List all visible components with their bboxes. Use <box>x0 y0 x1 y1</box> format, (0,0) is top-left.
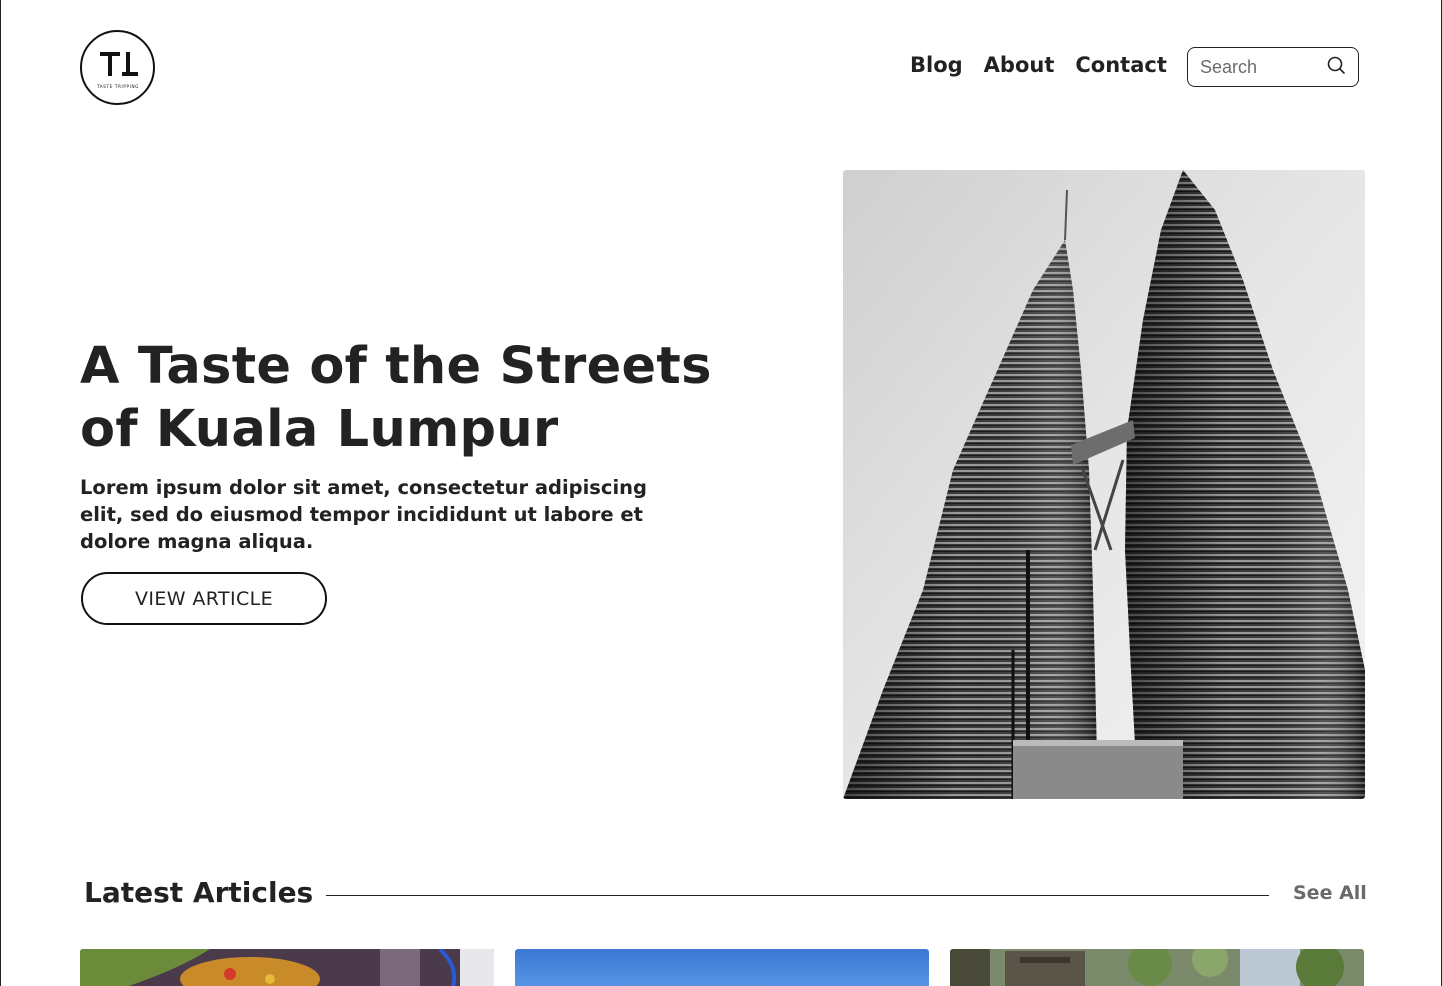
search-box[interactable] <box>1187 47 1359 87</box>
hero-image[interactable] <box>843 170 1365 799</box>
food-photo <box>80 949 494 986</box>
section-divider <box>326 895 1269 896</box>
search-input[interactable] <box>1200 56 1315 78</box>
article-card-thumbnail[interactable] <box>515 949 929 986</box>
site-logo[interactable]: TASTE TRIPPING <box>80 30 155 105</box>
nav-contact[interactable]: Contact <box>1075 53 1167 77</box>
main-nav: Blog About Contact <box>910 53 1167 77</box>
logo-mark-icon: TASTE TRIPPING <box>95 51 138 89</box>
view-article-button[interactable]: VIEW ARTICLE <box>81 572 327 625</box>
nav-blog[interactable]: Blog <box>910 53 963 77</box>
article-card-thumbnail[interactable] <box>80 949 494 986</box>
latest-articles-heading: Latest Articles <box>84 876 314 909</box>
sky-photo <box>515 949 929 986</box>
see-all-link[interactable]: See All <box>1293 882 1367 904</box>
hero-title: A Taste of the Streets of Kuala Lumpur <box>80 337 712 459</box>
logo-tagline: TASTE TRIPPING <box>95 84 138 89</box>
towers-photo <box>843 170 1365 799</box>
temple-photo <box>950 949 1364 986</box>
article-card-thumbnail[interactable] <box>950 949 1364 986</box>
hero-description: Lorem ipsum dolor sit amet, consectetur … <box>80 476 647 553</box>
nav-about[interactable]: About <box>984 53 1055 77</box>
search-icon[interactable] <box>1326 55 1346 79</box>
